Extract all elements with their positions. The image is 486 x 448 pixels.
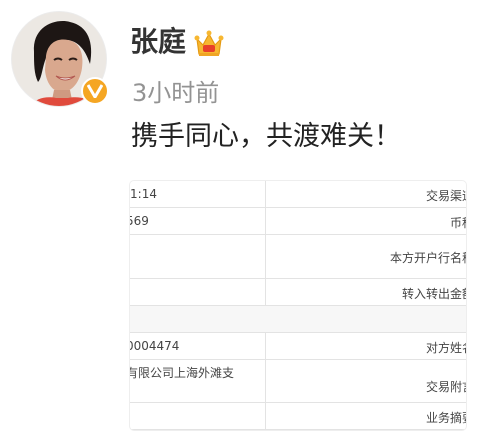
weibo-post: 张庭 3小时前 携手同心，共渡难关！ :1:14 交易渠道 569 币种 [0,0,486,448]
table-cell-label: 本方开户行名称 [389,251,466,265]
table-cell-value: 0004474 [130,339,180,353]
table-row: :1:14 交易渠道 [130,181,466,208]
avatar-container[interactable] [11,11,109,107]
table-cell-value: :1:14 [130,187,157,201]
table-row: 业务摘要 [130,403,466,430]
table-row: 转入转出金额 [130,279,466,306]
table-cell-label: 交易附言 [425,380,466,394]
table-row: 569 币种 [130,208,466,235]
table-row [130,306,466,333]
table-cell-value: 569 [130,214,149,228]
table-cell-label: 转入转出金额 [401,287,466,301]
transaction-table: :1:14 交易渠道 569 币种 本方开户行名称 转入转出金额 [130,181,466,430]
verified-badge-icon [81,77,109,105]
post-text: 携手同心，共渡难关！ [131,121,401,152]
table-cell-label: 对方姓名 [425,341,466,355]
user-name[interactable]: 张庭 [130,22,186,62]
table-cell-value: 有限公司上海外滩支 [130,366,235,380]
table-row: 0004474 对方姓名 [130,333,466,360]
crown-icon[interactable] [194,30,224,58]
table-cell-label: 业务摘要 [425,411,466,425]
table-row: 有限公司上海外滩支 交易附言 [130,360,466,403]
table-cell-label: 交易渠道 [425,189,466,203]
post-time[interactable]: 3小时前 [132,77,219,109]
table-cell-label: 币种 [449,216,466,230]
table-row: 本方开户行名称 [130,235,466,279]
attached-image[interactable]: :1:14 交易渠道 569 币种 本方开户行名称 转入转出金额 [130,181,466,430]
